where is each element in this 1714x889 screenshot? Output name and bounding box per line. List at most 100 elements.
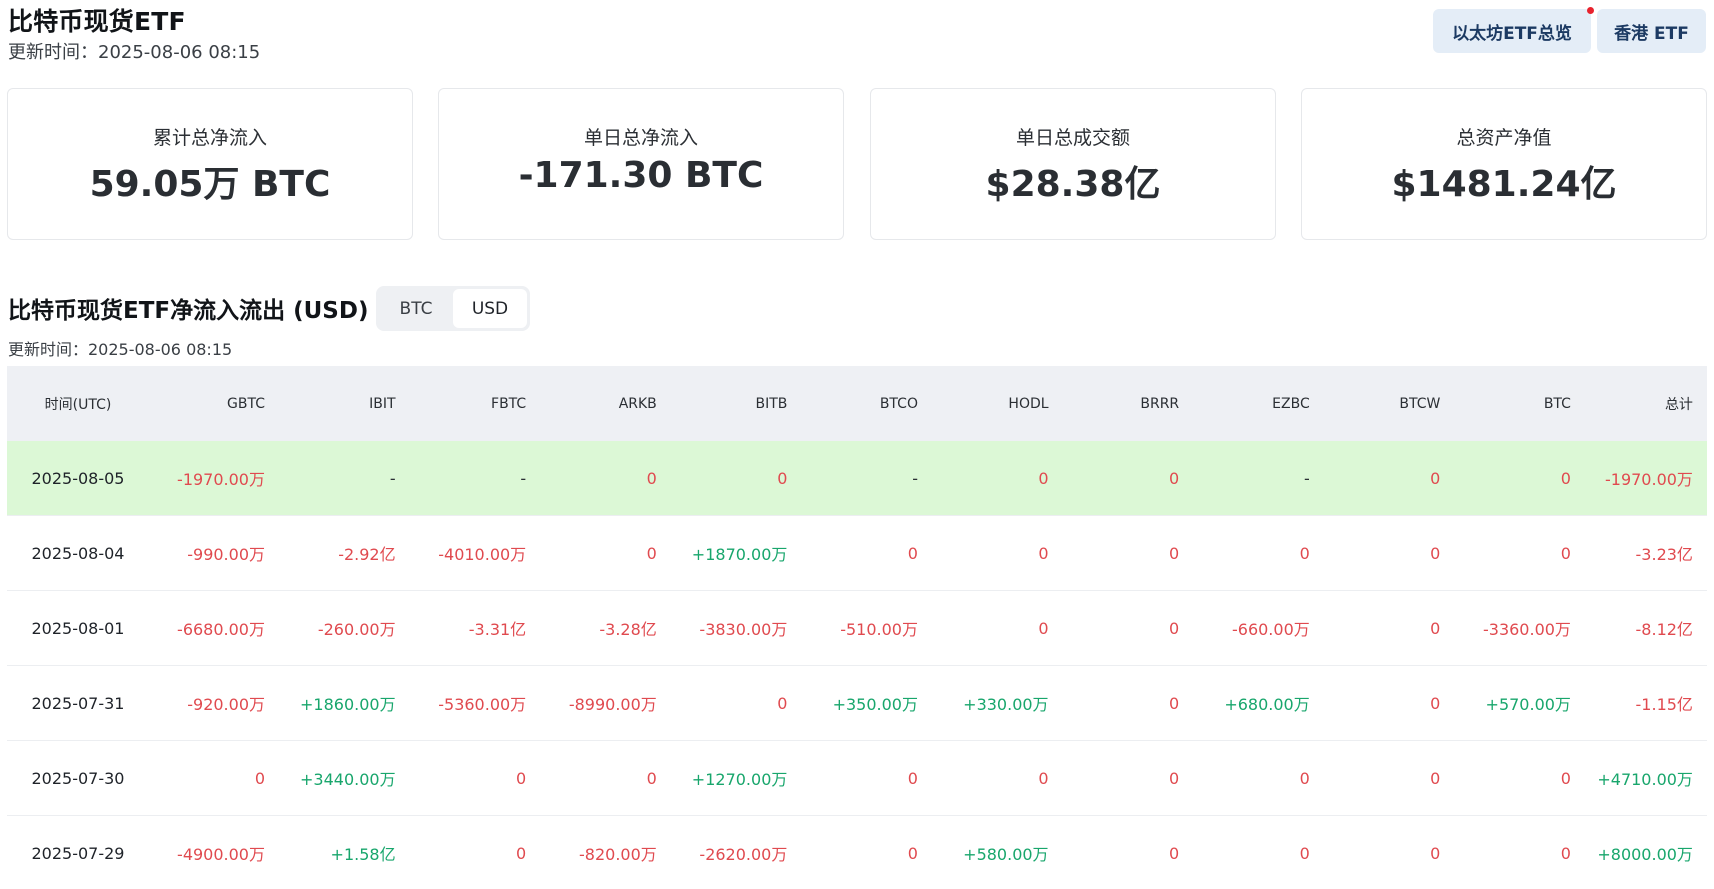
flow-cell: 0 — [1168, 618, 1180, 638]
flow-cell: 0 — [646, 468, 657, 488]
flow-cell: +3440.00万 — [300, 770, 396, 789]
date-cell: 2025-08-05 — [31, 468, 125, 488]
flow-cell: 0 — [1560, 768, 1571, 788]
flow-cell: 0 — [1430, 693, 1441, 713]
flow-cell: 0 — [516, 768, 527, 788]
flow-cell: 0 — [1038, 768, 1049, 788]
column-header: EZBC — [1272, 395, 1310, 412]
flow-cell: 0 — [516, 843, 527, 863]
flow-cell: -6680.00万 — [177, 620, 265, 639]
flow-cell: 0 — [1430, 768, 1441, 788]
flow-cell: 0 — [1430, 843, 1441, 863]
stat-card-cumulative-inflow: 累计总净流入 59.05万 BTC — [7, 88, 413, 240]
flow-cell: -3.23亿 — [1635, 545, 1693, 564]
flow-cell: -1970.00万 — [1604, 470, 1693, 489]
flow-cell: 0 — [1430, 618, 1441, 638]
flow-cell: +4710.00万 — [1597, 770, 1693, 789]
table-row[interactable]: 2025-08-04 -990.00万 -2.92亿 -4010.00万 0 +1870.… — [7, 516, 1707, 591]
flow-cell: -3830.00万 — [699, 620, 788, 639]
flow-cell: 0 — [1168, 543, 1180, 563]
table-row[interactable]: 2025-08-05 -1970.00万 - - 0 0 - 0 0 - 0 0 -1970.00万 — [7, 441, 1707, 516]
eth-etf-overview-button[interactable]: 以太坊ETF总览 — [1433, 9, 1591, 53]
stat-label: 总资产净值 — [1456, 127, 1552, 149]
flow-cell: -1970.00万 — [177, 470, 265, 489]
column-header: BRRR — [1140, 395, 1180, 412]
flow-cell: +8000.00万 — [1597, 845, 1693, 864]
flow-cell: 0 — [1168, 843, 1180, 863]
flow-cell: 0 — [1168, 768, 1180, 788]
flow-cell: +350.00万 — [832, 695, 918, 714]
hk-etf-button[interactable]: 香港 ETF — [1597, 9, 1706, 53]
unit-option-btc[interactable]: BTC — [379, 289, 453, 328]
stat-label: 单日总净流入 — [583, 127, 698, 149]
flow-cell: 0 — [907, 768, 918, 788]
flow-cell: -820.00万 — [579, 845, 657, 864]
column-header: HODL — [1008, 395, 1049, 412]
column-header: BTC — [1543, 395, 1571, 412]
table-body: 2025-08-05 -1970.00万 - -0 0-0 0-0 0 -1970.00万 20… — [7, 441, 1707, 889]
flow-cell: 0 — [1560, 468, 1571, 488]
flow-cell: 0 — [1430, 543, 1441, 563]
stat-card-daily-volume: 单日总成交额 $28.38亿 — [870, 88, 1276, 240]
column-header: ARKB — [618, 395, 657, 412]
flow-cell: 0 — [907, 543, 918, 563]
flow-cell: 0 — [1299, 543, 1310, 563]
column-header: BTCO — [879, 395, 918, 412]
flow-cell: - — [520, 468, 527, 488]
column-header: FBTC — [491, 395, 527, 412]
flow-cell: +1860.00万 — [300, 695, 396, 714]
flow-cell: 0 — [1168, 693, 1180, 713]
stat-label: 累计总净流入 — [152, 127, 267, 149]
flow-cell: +1.58亿 — [330, 845, 396, 864]
flow-cell: -1.15亿 — [1635, 695, 1693, 714]
flow-cell: 0 — [1299, 843, 1310, 863]
column-header: GBTC — [227, 395, 265, 412]
column-header: 总计 — [1664, 396, 1693, 413]
flow-cell: - — [1303, 468, 1310, 488]
table-row[interactable]: 2025-07-29 -4900.00万 +1.58亿 0 -820.00万 -2620.… — [7, 816, 1707, 889]
flow-cell: 0 — [646, 543, 657, 563]
date-cell: 2025-07-31 — [31, 693, 125, 713]
flow-cell: -3360.00万 — [1482, 620, 1571, 639]
flow-cell: +1870.00万 — [691, 545, 788, 564]
flow-cell: -5360.00万 — [438, 695, 527, 714]
stat-card-total-net-assets: 总资产净值 $1481.24亿 — [1301, 88, 1707, 240]
table-row[interactable]: 2025-08-01 -6680.00万 -260.00万 -3.31亿 -3.28亿 -… — [7, 591, 1707, 666]
section-updated-time: 更新时间：2025-08-06 08:15 — [8, 340, 233, 359]
date-cell: 2025-07-29 — [31, 843, 125, 863]
section-title: 比特币现货ETF净流入流出 (USD) — [8, 298, 369, 324]
flow-cell: 0 — [1168, 468, 1180, 488]
flow-cell: - — [389, 468, 396, 488]
page-title: 比特币现货ETF — [8, 7, 186, 36]
flow-cell: -2.92亿 — [338, 545, 396, 564]
flow-cell: -4900.00万 — [177, 845, 265, 864]
flow-cell: 0 — [1038, 468, 1049, 488]
table-row[interactable]: 2025-07-30 0 +3440.00万 0 0 +1270.00万 0 0 0 0 0 0 +47… — [7, 741, 1707, 816]
flow-cell: 0 — [777, 693, 788, 713]
flow-cell: 0 — [1430, 468, 1441, 488]
date-cell: 2025-08-04 — [31, 543, 125, 563]
column-header: BITB — [755, 395, 788, 412]
stat-card-daily-inflow: 单日总净流入 -171.30 BTC — [438, 88, 844, 240]
stat-value: 59.05万 BTC — [89, 164, 331, 205]
unit-option-usd[interactable]: USD — [453, 289, 527, 328]
etf-page: 比特币现货ETF 更新时间：2025-08-06 08:15 以太坊ETF总览 … — [0, 0, 1714, 889]
flow-cell: -510.00万 — [840, 620, 918, 639]
flow-cell: -4010.00万 — [438, 545, 527, 564]
flow-cell: -3.31亿 — [468, 620, 527, 639]
stat-value: $28.38亿 — [985, 164, 1161, 205]
flow-cell: -990.00万 — [187, 545, 265, 564]
flow-cell: 0 — [1560, 543, 1571, 563]
flow-cell: 0 — [777, 468, 788, 488]
table-row[interactable]: 2025-07-31 -920.00万 +1860.00万 -5360.00万 -899… — [7, 666, 1707, 741]
flow-cell: +330.00万 — [963, 695, 1049, 714]
flow-cell: +570.00万 — [1485, 695, 1571, 714]
flow-cell: -2620.00万 — [699, 845, 788, 864]
etf-flow-table: 时间(UTC) GBTC IBIT FBTC ARKB BITB BTCO HODL BRRR E… — [7, 366, 1707, 889]
unit-toggle: BTC USD — [376, 286, 530, 331]
table-header-row: 时间(UTC) GBTC IBIT FBTC ARKB BITB BTCO HODL BRRR E… — [7, 366, 1707, 441]
column-header: 时间(UTC) — [44, 396, 112, 413]
flow-cell: -920.00万 — [187, 695, 265, 714]
notification-dot-icon — [1587, 7, 1594, 14]
flow-cell: 0 — [1038, 543, 1049, 563]
